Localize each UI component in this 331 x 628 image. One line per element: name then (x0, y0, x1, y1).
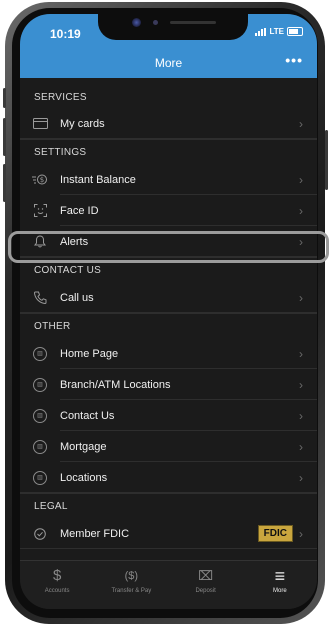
section-title-legal: LEGAL (20, 493, 317, 518)
ellipsis-icon[interactable]: ••• (285, 52, 303, 68)
phone-icon (20, 291, 60, 304)
chevron-right-icon: › (299, 346, 303, 361)
signal-icon (255, 27, 267, 36)
side-button-left-2 (3, 118, 6, 156)
alerts-highlight-outline (8, 231, 329, 263)
list-item-face-id[interactable]: Face ID › (20, 195, 317, 226)
speaker-grille (170, 21, 216, 24)
settings-list: SERVICES My cards › SETTINGS $ Instant B… (20, 86, 317, 549)
tab-more[interactable]: ≡ More (243, 561, 317, 609)
chevron-right-icon: › (299, 290, 303, 305)
list-item-my-cards[interactable]: My cards › (20, 108, 317, 139)
section-title-services: SERVICES (34, 92, 87, 103)
status-time: 10:19 (50, 27, 81, 41)
tab-accounts[interactable]: $ Accounts (20, 561, 94, 609)
tab-label: Deposit (195, 588, 216, 594)
section-title-settings: SETTINGS (20, 139, 317, 164)
bank-icon: ▥ (20, 439, 60, 454)
list-item-home-page[interactable]: ▥ Home Page › (20, 338, 317, 369)
bank-icon: ▥ (20, 470, 60, 485)
section-title-other: OTHER (20, 313, 317, 338)
network-label: LTE (269, 27, 284, 36)
list-item-locations[interactable]: ▥ Locations › (20, 462, 317, 493)
fdic-badge: FDIC (257, 525, 293, 542)
list-item-label: Home Page (60, 347, 119, 360)
tab-deposit[interactable]: ⌧ Deposit (169, 561, 243, 609)
tab-label: Accounts (44, 588, 70, 594)
list-item-label: Locations (60, 471, 108, 484)
chevron-right-icon: › (299, 470, 303, 485)
list-item-mortgage[interactable]: ▥ Mortgage › (20, 431, 317, 462)
deposit-icon: ⌧ (198, 568, 214, 583)
list-item-instant-balance[interactable]: $ Instant Balance › (20, 164, 317, 195)
list-item-label: Branch/ATM Locations (60, 378, 171, 391)
list-item-label: Call us (60, 291, 94, 304)
list-item-member-fdic[interactable]: Member FDIC FDIC › (20, 518, 317, 549)
tab-label: Transfer & Pay (111, 588, 152, 594)
camera-icon (132, 18, 141, 27)
list-item-label: Face ID (60, 204, 99, 217)
chevron-right-icon: › (299, 408, 303, 423)
bank-icon: ▥ (20, 377, 60, 392)
list-item-label: Contact Us (60, 409, 115, 422)
bank-icon: ▥ (20, 346, 60, 361)
tab-bar: $ Accounts ($) Transfer & Pay ⌧ Deposit … (20, 560, 317, 609)
list-item-label: My cards (60, 117, 105, 130)
chevron-right-icon: › (299, 439, 303, 454)
tab-transfer-pay[interactable]: ($) Transfer & Pay (94, 561, 168, 609)
chevron-right-icon: › (299, 377, 303, 392)
chevron-right-icon: › (299, 116, 303, 131)
phone-notch (98, 14, 248, 40)
check-circle-icon (20, 527, 60, 540)
card-icon (20, 118, 60, 129)
list-item-branch-atm[interactable]: ▥ Branch/ATM Locations › (20, 369, 317, 400)
instant-balance-icon: $ (20, 174, 60, 185)
transfer-icon: ($) (124, 570, 139, 582)
bank-icon: ▥ (20, 408, 60, 423)
svg-text:$: $ (40, 176, 44, 184)
chevron-right-icon: › (299, 203, 303, 218)
list-item-contact-us[interactable]: ▥ Contact Us › (20, 400, 317, 431)
side-button-right (325, 130, 328, 190)
page-title: More (154, 56, 183, 70)
tab-label: More (273, 588, 287, 594)
list-item-label: Mortgage (60, 440, 107, 453)
list-item-call-us[interactable]: Call us › (20, 282, 317, 313)
phone-screen: 10:19 LTE More ••• SERVICES My cards › S… (20, 14, 317, 609)
menu-icon: ≡ (274, 566, 286, 586)
dollar-icon: $ (52, 567, 62, 584)
side-button-left (3, 88, 6, 108)
list-item-label: Instant Balance (60, 173, 136, 186)
chevron-right-icon: › (299, 526, 303, 541)
battery-icon (287, 27, 303, 36)
face-id-icon (20, 204, 60, 217)
chevron-right-icon: › (299, 172, 303, 187)
status-indicators: LTE (255, 27, 303, 36)
side-button-left-3 (3, 164, 6, 202)
sensor-icon (153, 20, 158, 25)
